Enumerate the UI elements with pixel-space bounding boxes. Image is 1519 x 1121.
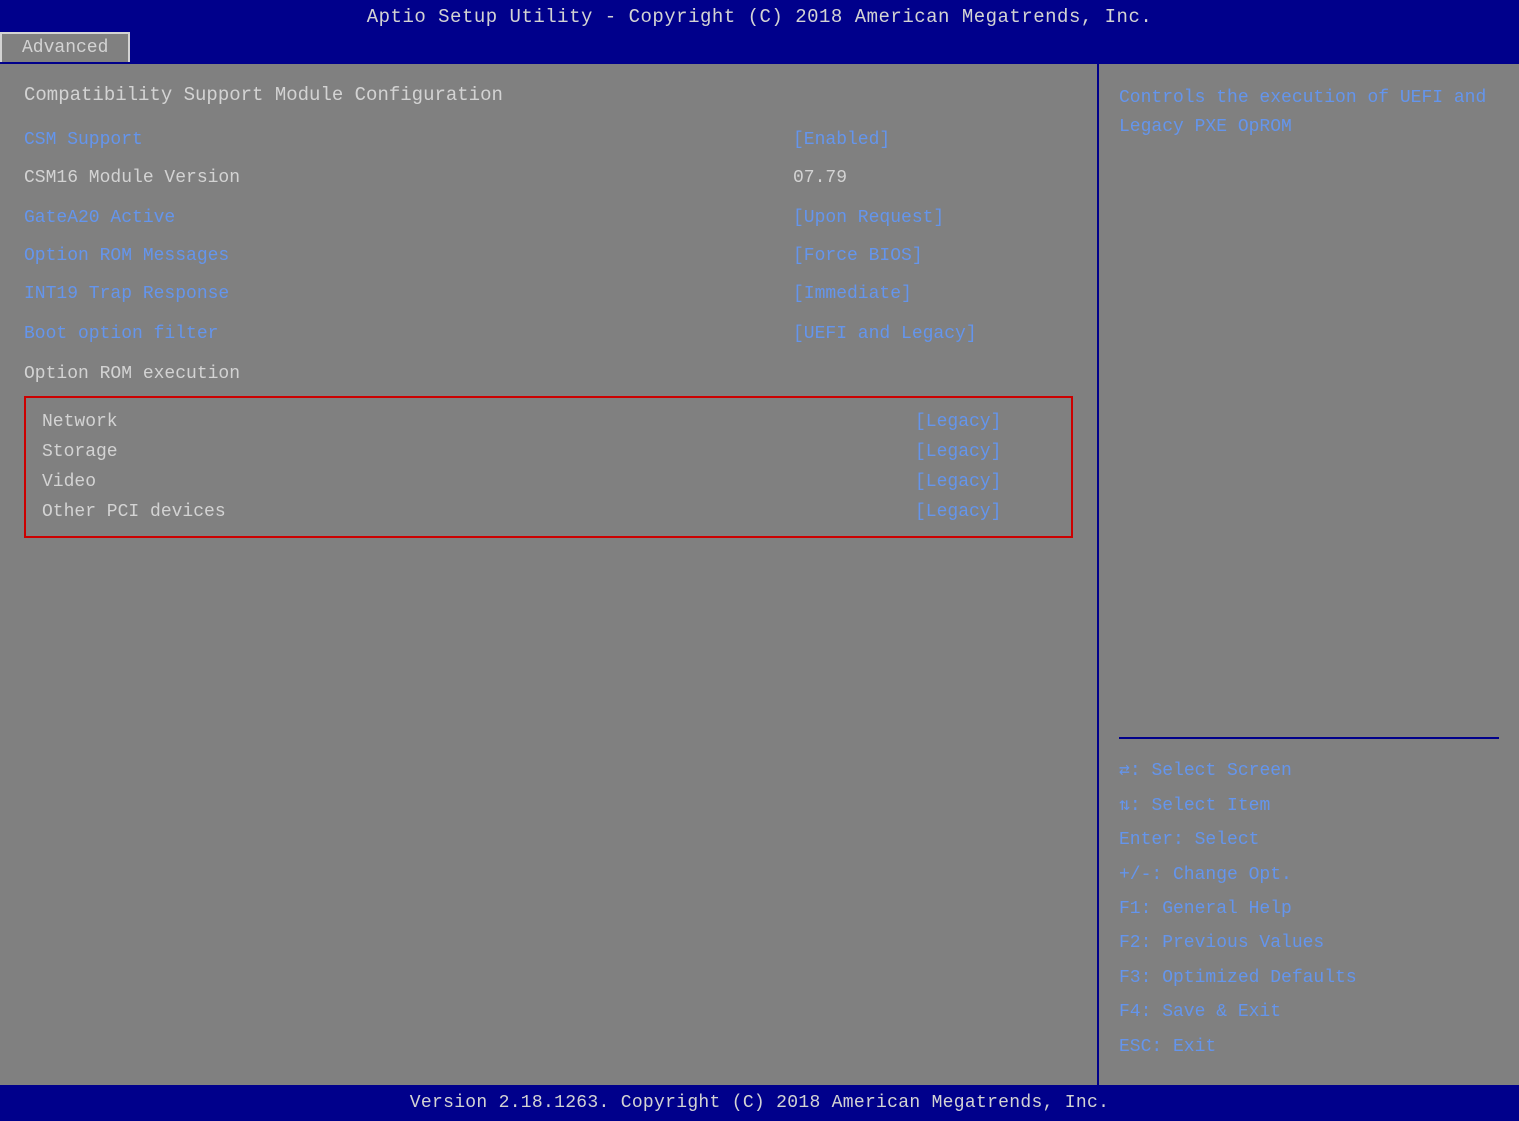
main-area: Compatibility Support Module Configurati… (0, 62, 1519, 1085)
key-select-screen: ⇄: Select Screen (1119, 755, 1499, 787)
key-f4: F4: Save & Exit (1119, 996, 1499, 1028)
option-rom-messages-label: Option ROM Messages (24, 246, 229, 266)
other-pci-row[interactable]: Other PCI devices [Legacy] (42, 502, 1055, 522)
key-enter-select: Enter: Select (1119, 824, 1499, 856)
key-esc: ESC: Exit (1119, 1031, 1499, 1063)
storage-label: Storage (42, 442, 118, 462)
network-label: Network (42, 412, 118, 432)
csm-support-label: CSM Support (24, 130, 143, 150)
key-select-item: ⇅: Select Item (1119, 790, 1499, 822)
option-rom-messages-value: [Force BIOS] (793, 246, 1073, 266)
section-title: Compatibility Support Module Configurati… (24, 84, 1073, 106)
video-label: Video (42, 472, 96, 492)
boot-option-filter-value: [UEFI and Legacy] (793, 324, 1073, 344)
key-f3: F3: Optimized Defaults (1119, 962, 1499, 994)
help-text: Controls the execution of UEFI and Legac… (1119, 84, 1499, 721)
int19-value: [Immediate] (793, 284, 1073, 304)
left-panel: Compatibility Support Module Configurati… (0, 64, 1099, 1085)
boot-option-filter-row[interactable]: Boot option filter [UEFI and Legacy] (24, 324, 1073, 344)
storage-row[interactable]: Storage [Legacy] (42, 442, 1055, 462)
bios-screen: Aptio Setup Utility - Copyright (C) 2018… (0, 0, 1519, 1121)
video-row[interactable]: Video [Legacy] (42, 472, 1055, 492)
rom-execution-box: Network [Legacy] Storage [Legacy] Video … (24, 396, 1073, 538)
footer-text: Version 2.18.1263. Copyright (C) 2018 Am… (410, 1093, 1109, 1113)
tab-advanced[interactable]: Advanced (0, 32, 130, 62)
int19-label: INT19 Trap Response (24, 284, 229, 304)
video-value: [Legacy] (915, 472, 1055, 492)
csm16-label: CSM16 Module Version (24, 168, 240, 188)
key-f2: F2: Previous Values (1119, 927, 1499, 959)
gatea20-label: GateA20 Active (24, 208, 175, 228)
boot-option-filter-label: Boot option filter (24, 324, 218, 344)
tab-bar: Advanced (0, 32, 1519, 62)
title-bar: Aptio Setup Utility - Copyright (C) 2018… (0, 0, 1519, 62)
option-rom-messages-row[interactable]: Option ROM Messages [Force BIOS] (24, 246, 1073, 266)
footer: Version 2.18.1263. Copyright (C) 2018 Am… (0, 1085, 1519, 1121)
csm-support-row[interactable]: CSM Support [Enabled] (24, 130, 1073, 150)
gatea20-value: [Upon Request] (793, 208, 1073, 228)
csm16-row: CSM16 Module Version 07.79 (24, 168, 1073, 188)
other-pci-label: Other PCI devices (42, 502, 226, 522)
key-f1: F1: General Help (1119, 893, 1499, 925)
title-text: Aptio Setup Utility - Copyright (C) 2018… (0, 6, 1519, 32)
gatea20-row[interactable]: GateA20 Active [Upon Request] (24, 208, 1073, 228)
option-rom-execution-header: Option ROM execution (24, 364, 1073, 384)
int19-row[interactable]: INT19 Trap Response [Immediate] (24, 284, 1073, 304)
key-help: ⇄: Select Screen ⇅: Select Item Enter: S… (1119, 755, 1499, 1065)
divider (1119, 737, 1499, 739)
key-change-opt: +/-: Change Opt. (1119, 859, 1499, 891)
network-row[interactable]: Network [Legacy] (42, 412, 1055, 432)
other-pci-value: [Legacy] (915, 502, 1055, 522)
csm16-value: 07.79 (793, 168, 1073, 188)
right-panel: Controls the execution of UEFI and Legac… (1099, 64, 1519, 1085)
csm-support-value: [Enabled] (793, 130, 1073, 150)
storage-value: [Legacy] (915, 442, 1055, 462)
network-value: [Legacy] (915, 412, 1055, 432)
